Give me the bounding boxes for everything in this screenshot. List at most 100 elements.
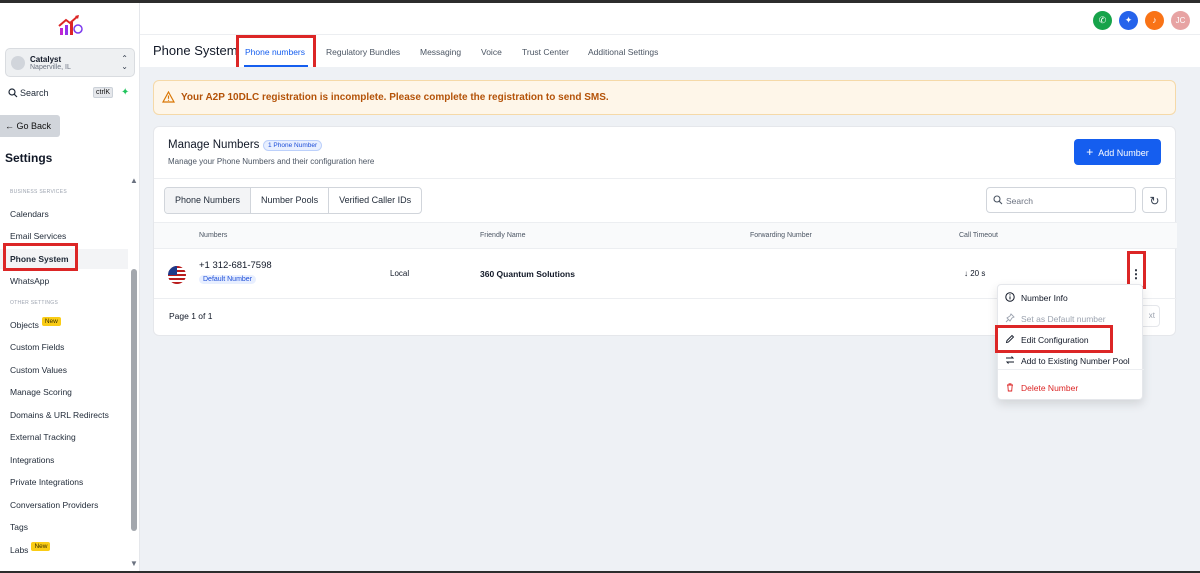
tab-voice[interactable]: Voice [481,47,502,57]
segment-verified-caller-ids[interactable]: Verified Caller IDs [329,188,421,213]
sidebar-item-label: Labs [10,545,29,555]
new-badge: New [31,542,51,551]
menu-item-number-info[interactable]: Number Info [998,287,1144,307]
us-flag-icon [168,266,186,284]
chevron-updown-icon: ⌃ ⌄ [121,54,128,71]
sidebar-item-label: Domains & URL Redirects [10,410,109,420]
scroll-up-icon[interactable]: ▲ [130,176,138,185]
sidebar-item-custom-values[interactable]: Custom Values [0,360,128,380]
segment-phone-numbers[interactable]: Phone Numbers [165,188,252,213]
sidebar-item-label: Manage Scoring [10,387,72,397]
bell-icon[interactable]: ♪ [1145,11,1164,30]
tab-additional-settings[interactable]: Additional Settings [588,47,658,57]
sidebar-item-label: Phone System [10,254,69,264]
sidebar-item-phone-system[interactable]: Phone System [0,249,128,269]
menu-item-delete-number[interactable]: Delete Number [998,377,1144,397]
call-timeout: ↓ 20 s [964,269,985,278]
sidebar-item-label: External Tracking [10,432,76,442]
add-number-button[interactable]: + Add Number [1074,139,1161,165]
top-bar: ✆ ✦ ♪ JC [140,3,1200,35]
divider [154,178,1177,179]
tab-phone-numbers[interactable]: Phone numbers [245,47,305,57]
menu-item-label: Edit Configuration [1021,335,1089,345]
sidebar-item-label: Integrations [10,455,55,465]
default-number-badge: Default Number [199,275,257,284]
phone-number: +1 312-681-7598 [199,260,272,271]
sidebar-search[interactable]: Search ctrlK [5,86,113,101]
new-badge: New [41,317,61,326]
menu-item-add-to-pool[interactable]: Add to Existing Number Pool [998,350,1144,370]
card-subtitle: Manage your Phone Numbers and their conf… [168,157,375,166]
sidebar-item-label: Calendars [10,209,49,219]
sidebar-item-custom-fields[interactable]: Custom Fields [0,337,128,357]
trash-icon [1007,383,1013,392]
swap-icon [1005,356,1015,364]
sparkle-icon[interactable]: ✦ [1119,11,1138,30]
sidebar-item-manage-scoring[interactable]: Manage Scoring [0,382,128,402]
sidebar: Catalyst Naperville, IL ⌃ ⌄ Search ctrlK … [0,3,140,571]
sidebar-item-private-integrations[interactable]: Private Integrations [0,472,128,492]
warning-icon [162,91,175,103]
call-timeout-value: 20 s [970,269,986,278]
segment-number-pools[interactable]: Number Pools [251,188,330,213]
numbers-segmented-control: Phone Numbers Number Pools Verified Call… [164,187,423,214]
sidebar-item-whatsapp[interactable]: WhatsApp [0,271,128,291]
search-placeholder: Search [1006,196,1033,206]
table-search-input[interactable]: Search [986,187,1136,213]
account-location: Naperville, IL [30,64,71,71]
sidebar-scrollbar[interactable] [131,269,137,531]
search-icon [993,195,1003,205]
sidebar-item-conversation-providers[interactable]: Conversation Providers [0,495,128,515]
sidebar-item-tags[interactable]: Tags [0,517,128,537]
sidebar-item-labs[interactable]: Labs New [0,540,128,560]
info-icon [1005,292,1015,302]
menu-item-set-default[interactable]: Set as Default number [998,308,1144,328]
go-back-label: Go Back [16,121,52,131]
pagination-label: Page 1 of 1 [169,311,213,321]
sidebar-item-label: Custom Fields [10,342,65,352]
user-avatar[interactable]: JC [1171,11,1190,30]
card-title: Manage Numbers [168,139,260,151]
section-business: BUSINESS SERVICES [10,189,67,195]
search-label: Search [20,88,49,98]
settings-title: Settings [5,151,53,165]
sidebar-item-external-tracking[interactable]: External Tracking [0,427,128,447]
pin-icon [1005,313,1015,323]
bolt-icon[interactable]: ✦ [121,87,133,99]
sidebar-item-label: Tags [10,522,28,532]
go-back-button[interactable]: ← Go Back [0,115,60,137]
sidebar-item-label: Custom Values [10,365,68,375]
table-header: Numbers Friendly Name Forwarding Number … [154,222,1177,249]
menu-item-label: Delete Number [1021,383,1079,393]
sidebar-item-integrations[interactable]: Integrations [0,450,128,470]
search-shortcut: ctrlK [93,87,113,98]
menu-divider [998,369,1144,370]
row-actions-menu: Number Info Set as Default number Edit C… [997,284,1144,400]
sidebar-item-email-services[interactable]: Email Services [0,226,128,246]
more-options-icon[interactable]: ⋮ [1130,266,1142,282]
menu-item-label: Set as Default number [1021,314,1106,324]
pencil-icon [1005,334,1015,344]
tab-trust-center[interactable]: Trust Center [522,47,569,57]
sidebar-item-objects[interactable]: Objects New [0,315,128,335]
menu-item-label: Number Info [1021,293,1068,303]
warning-text: Your A2P 10DLC registration is incomplet… [181,92,609,103]
account-switcher[interactable]: Catalyst Naperville, IL ⌃ ⌄ [5,48,135,77]
column-friendly-name: Friendly Name [480,232,526,239]
search-icon [8,88,18,98]
sidebar-item-label: Objects [10,320,39,330]
phone-icon[interactable]: ✆ [1093,11,1112,30]
column-forwarding-number: Forwarding Number [750,232,812,239]
sidebar-item-domains[interactable]: Domains & URL Redirects [0,405,128,425]
tab-regulatory-bundles[interactable]: Regulatory Bundles [326,47,400,57]
menu-item-edit-configuration[interactable]: Edit Configuration [998,329,1144,349]
tab-messaging[interactable]: Messaging [420,47,461,57]
scroll-down-icon[interactable]: ▼ [130,559,138,568]
brand-logo-icon [56,13,84,39]
sidebar-item-calendars[interactable]: Calendars [0,204,128,224]
number-type: Local [390,269,410,278]
sidebar-item-label: Conversation Providers [10,500,99,510]
column-numbers: Numbers [199,232,228,239]
refresh-icon[interactable]: ↻ [1142,187,1167,213]
sidebar-item-label: WhatsApp [10,276,50,286]
